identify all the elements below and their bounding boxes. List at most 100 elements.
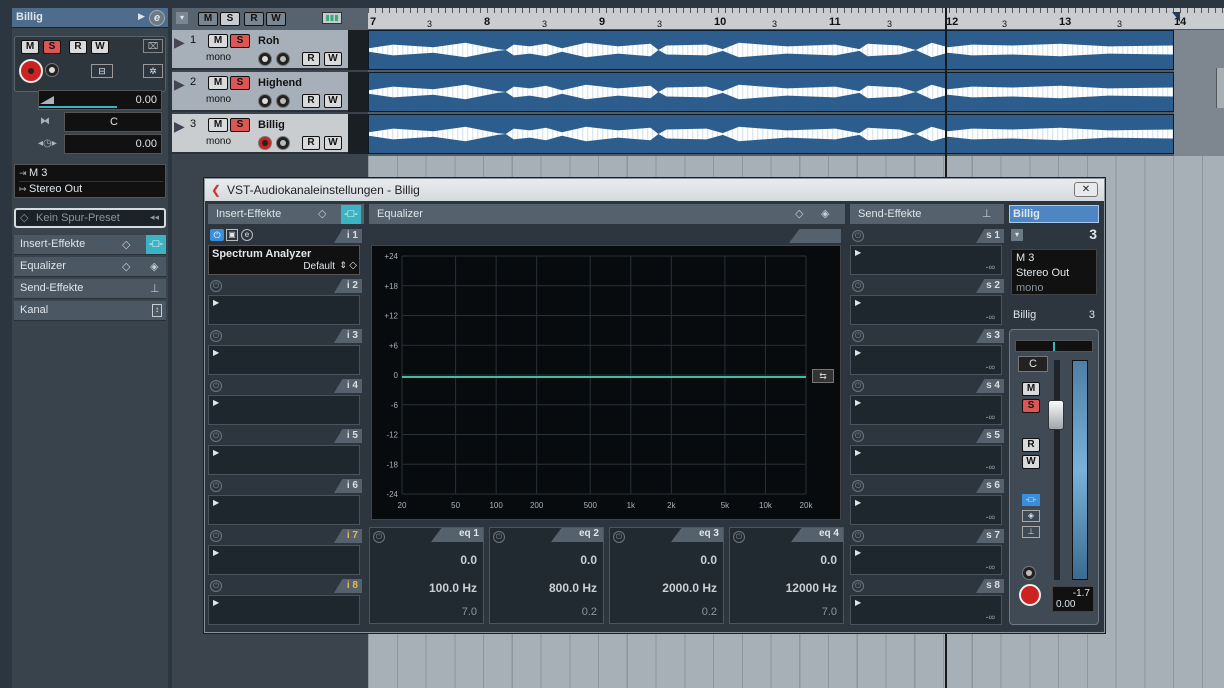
send-slot[interactable]: ⏻ s 4 ▶ -∞ xyxy=(850,379,1004,425)
power-icon[interactable]: ⏻ xyxy=(613,531,625,543)
slot-arrow-icon[interactable]: ▶ xyxy=(213,498,219,507)
insert-slot[interactable]: ⏻ i 8 ▶ xyxy=(208,579,362,625)
input-routing[interactable]: M 3 xyxy=(1016,252,1034,264)
eq-freq-value[interactable]: 2000.0 Hz xyxy=(662,581,717,595)
monitor-icon[interactable] xyxy=(276,136,290,150)
eq-q-value[interactable]: 0.2 xyxy=(582,606,597,618)
solo-button[interactable]: S xyxy=(43,40,61,54)
track-row[interactable]: ▶ 2 M S Highend mono R W xyxy=(172,72,368,112)
send-slot[interactable]: ⏻ s 1 ▶ -∞ xyxy=(850,229,1004,275)
chevron-right-icon[interactable]: ▶ xyxy=(138,11,145,22)
slot-arrow-icon[interactable]: ▶ xyxy=(213,398,219,407)
eq-preset-tab[interactable] xyxy=(789,229,841,243)
slot-arrow-icon[interactable]: ▶ xyxy=(213,598,219,607)
insert-slot[interactable]: ⏻ i 7 ▶ xyxy=(208,529,362,575)
audio-event[interactable] xyxy=(368,114,1174,154)
empty-slot[interactable]: ▶ xyxy=(208,595,360,625)
monitor-icon[interactable] xyxy=(45,63,59,77)
track-preset-field[interactable]: ◇ Kein Spur-Preset ◂◂ xyxy=(14,208,166,228)
slot-arrow-icon[interactable]: ▶ xyxy=(213,448,219,457)
audio-event[interactable] xyxy=(368,72,1174,112)
expand-icon[interactable]: ▶ xyxy=(174,76,185,93)
send-destination[interactable]: ▶ -∞ xyxy=(850,245,1002,275)
insert-slot[interactable]: ⏻ i 2 ▶ xyxy=(208,279,362,325)
eq-q-value[interactable]: 0.2 xyxy=(702,606,717,618)
eq-freq-value[interactable]: 12000 Hz xyxy=(786,581,837,595)
eq-icon[interactable]: ◈ xyxy=(150,260,158,273)
sends-icon[interactable]: ⊥ xyxy=(150,282,160,295)
pan-value[interactable]: C xyxy=(1018,356,1048,372)
output-routing[interactable]: Stereo Out xyxy=(1016,267,1069,279)
bypass-icon[interactable]: ◇ xyxy=(795,204,803,224)
send-destination[interactable]: ▶ -∞ xyxy=(850,295,1002,325)
insert-slot[interactable]: ⏻ i 4 ▶ xyxy=(208,379,362,425)
eq-freq-value[interactable]: 800.0 Hz xyxy=(549,581,597,595)
send-destination[interactable]: ▶ -∞ xyxy=(850,545,1002,575)
insert-plugin-box[interactable]: Spectrum Analyzer Default ⇕ ◇ xyxy=(208,245,360,275)
solo-button[interactable]: S xyxy=(1022,399,1040,413)
eq-gain-value[interactable]: 0.0 xyxy=(700,553,717,567)
send-level[interactable]: -∞ xyxy=(986,612,995,622)
mute-button[interactable]: M xyxy=(1022,382,1040,396)
track-colors-icon[interactable]: ▮▮▮ xyxy=(322,12,342,24)
eq-icon[interactable]: ◈ xyxy=(1022,510,1040,522)
eq-reset-icon[interactable]: ⇆ xyxy=(812,369,834,383)
global-write-button[interactable]: W xyxy=(266,12,286,26)
send-level[interactable]: -∞ xyxy=(986,512,995,522)
slot-arrow-icon[interactable]: ▶ xyxy=(855,498,861,507)
preset-stepper-icon[interactable]: ⇕ xyxy=(339,260,347,271)
global-solo-button[interactable]: S xyxy=(220,12,240,26)
record-enable-icon[interactable] xyxy=(258,136,272,150)
slot-arrow-icon[interactable]: ▶ xyxy=(855,548,861,557)
bypass-icon[interactable]: ◇ xyxy=(122,260,130,273)
global-mute-button[interactable]: M xyxy=(198,12,218,26)
slot-arrow-icon[interactable]: ▶ xyxy=(855,248,861,257)
send-level[interactable]: -∞ xyxy=(986,362,995,372)
record-enable-icon[interactable] xyxy=(258,52,272,66)
send-slot[interactable]: ⏻ s 2 ▶ -∞ xyxy=(850,279,1004,325)
timeline-ruler[interactable]: 7 8 9 10 11 12 13 14 3 3 3 3 3 3 3 xyxy=(368,8,1224,30)
bypass-icon[interactable]: ◇ xyxy=(122,238,130,251)
inserts-active-icon[interactable]: -□- xyxy=(341,205,361,224)
section-inserts[interactable]: Insert-Effekte ◇ -□- xyxy=(14,235,166,255)
pan-slider[interactable] xyxy=(1015,340,1093,352)
fader-track[interactable] xyxy=(1054,360,1060,580)
eq-q-value[interactable]: 7.0 xyxy=(822,606,837,618)
inspector-header[interactable]: Billig ▶ e xyxy=(12,8,168,28)
track-name[interactable]: Roh xyxy=(258,35,279,47)
send-slot[interactable]: ⏻ s 3 ▶ -∞ xyxy=(850,329,1004,375)
mute-button[interactable]: M xyxy=(208,76,228,90)
empty-slot[interactable]: ▶ xyxy=(208,445,360,475)
track-name[interactable]: Billig xyxy=(258,119,285,131)
send-slot[interactable]: ⏻ s 6 ▶ -∞ xyxy=(850,479,1004,525)
send-destination[interactable]: ▶ -∞ xyxy=(850,395,1002,425)
eq-icon[interactable]: ◈ xyxy=(821,204,829,224)
track-name[interactable]: Highend xyxy=(258,77,302,89)
sends-icon[interactable]: ⊥ xyxy=(1022,526,1040,538)
solo-button[interactable]: S xyxy=(230,118,250,132)
power-icon[interactable]: ⏻ xyxy=(373,531,385,543)
record-enable-icon[interactable] xyxy=(258,94,272,108)
collapse-icon[interactable]: ◂◂ xyxy=(150,212,159,223)
mute-button[interactable]: M xyxy=(21,40,39,54)
power-icon[interactable]: ⏻ xyxy=(493,531,505,543)
fader-readout[interactable]: -1.7 0.00 xyxy=(1052,586,1094,612)
edit-channel-button[interactable]: e xyxy=(149,10,165,26)
write-button[interactable]: W xyxy=(91,40,109,54)
send-destination[interactable]: ▶ -∞ xyxy=(850,495,1002,525)
insert-slot[interactable]: ⏻ i 6 ▶ xyxy=(208,479,362,525)
section-sends[interactable]: Send-Effekte ⊥ xyxy=(14,279,166,299)
slot-arrow-icon[interactable]: ▶ xyxy=(855,598,861,607)
section-equalizer[interactable]: Equalizer ◇ ◈ xyxy=(14,257,166,277)
solo-button[interactable]: S xyxy=(230,34,250,48)
slot-arrow-icon[interactable]: ▶ xyxy=(855,398,861,407)
sends-icon[interactable]: ⊥ xyxy=(982,204,992,224)
plugin-preset[interactable]: Default xyxy=(303,261,335,272)
inserts-active-icon[interactable]: -□- xyxy=(146,235,166,254)
slot-arrow-icon[interactable]: ▶ xyxy=(855,298,861,307)
send-level[interactable]: -∞ xyxy=(986,412,995,422)
read-button[interactable]: R xyxy=(302,52,320,66)
empty-slot[interactable]: ▶ xyxy=(208,545,360,575)
eq-gain-value[interactable]: 0.0 xyxy=(460,553,477,567)
settings-icon[interactable]: ✲ xyxy=(143,64,163,78)
